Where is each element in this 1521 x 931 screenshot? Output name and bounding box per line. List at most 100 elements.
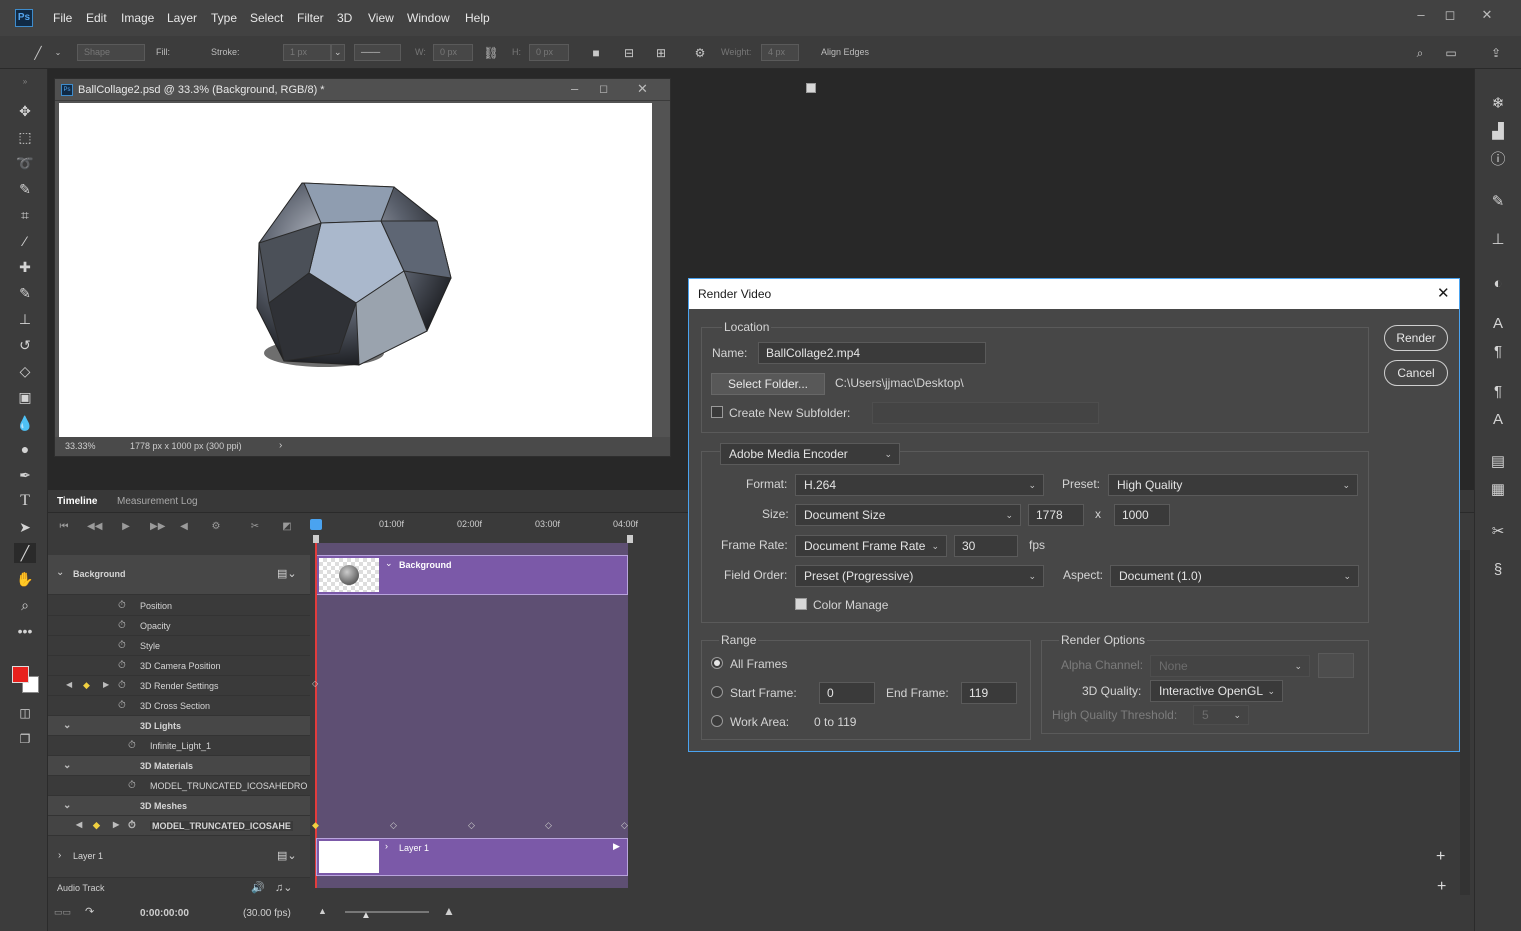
move-tool-icon[interactable]: ✥ [14, 101, 36, 121]
keyframe-icon[interactable]: ◇ [468, 820, 475, 831]
menu-select[interactable]: Select [250, 11, 283, 25]
zoom-tool-icon[interactable]: ⌕ [14, 595, 36, 615]
stroke-type-select[interactable]: ─── [354, 44, 401, 61]
paragraph-icon[interactable]: ¶ [1486, 341, 1510, 363]
tool-presets-icon[interactable]: ✂ [1486, 521, 1510, 543]
chevron-down-icon[interactable]: ⌄ [385, 558, 393, 569]
search-icon[interactable]: ⌕ [1412, 46, 1428, 60]
timeline-scrollbar[interactable] [1460, 550, 1470, 895]
gear-icon[interactable]: ⚙ [692, 46, 708, 60]
keyframe-icon[interactable]: ◆ [83, 680, 90, 691]
brush-presets-icon[interactable]: ✎ [1486, 191, 1510, 213]
previous-frame-icon[interactable]: ◀◀ [87, 521, 102, 535]
foreground-color-swatch[interactable] [12, 666, 29, 683]
eyedropper-tool-icon[interactable]: ⁄ [14, 231, 36, 251]
tool-mode-select[interactable]: Shape [77, 44, 145, 61]
document-title-bar[interactable]: Ps BallCollage2.psd @ 33.3% (Background,… [55, 79, 670, 101]
3d-panel-icon[interactable]: ❄ [1486, 93, 1510, 115]
stopwatch-icon[interactable]: ⏱ [118, 640, 126, 651]
crop-tool-icon[interactable]: ⌗ [14, 205, 36, 225]
properties-icon[interactable]: ▦ [1486, 479, 1510, 501]
clip-background[interactable]: ⌄ Background [316, 555, 628, 595]
property-row[interactable]: ⏱ MODEL_TRUNCATED_ICOSAHEDRO [48, 776, 310, 796]
create-subfolder-checkbox[interactable] [711, 406, 723, 418]
quick-select-tool-icon[interactable]: ✎ [14, 179, 36, 199]
keyframe-icon[interactable]: ◇ [312, 679, 318, 688]
playhead-icon[interactable] [310, 519, 322, 530]
maximize-icon[interactable]: ◻ [599, 82, 608, 95]
add-media-icon[interactable]: + [1436, 848, 1445, 866]
marquee-tool-icon[interactable]: ⬚ [14, 127, 36, 147]
color-manage-checkbox[interactable] [795, 598, 807, 610]
menu-type[interactable]: Type [211, 11, 237, 25]
chevron-down-icon[interactable]: ⌄ [63, 800, 71, 811]
film-icon[interactable]: ▤⌄ [277, 849, 297, 862]
chevron-down-icon[interactable]: ⌄ [56, 567, 64, 578]
hand-tool-icon[interactable]: ✋ [14, 569, 36, 589]
layer-row-layer1[interactable]: › Layer 1 ▤⌄ [48, 836, 310, 878]
select-folder-button[interactable]: Select Folder... [711, 373, 825, 395]
property-row[interactable]: ⏱ 3D Camera Position [48, 656, 310, 676]
first-frame-icon[interactable]: ⏮ [57, 521, 71, 535]
align-edges-checkbox[interactable] [806, 83, 816, 93]
render-video-icon[interactable]: ↷ [85, 905, 94, 918]
zoom-level[interactable]: 33.33% [65, 441, 96, 451]
paragraph-styles-icon[interactable]: ¶ [1486, 381, 1510, 403]
property-row[interactable]: ⏱ Position [48, 596, 310, 616]
current-time-indicator[interactable] [315, 543, 317, 888]
preset-select[interactable]: High Quality ⌄ [1108, 474, 1358, 496]
alpha-channel-select[interactable]: None ⌄ [1150, 655, 1310, 677]
property-row[interactable]: ◀ ◆ ▶ ⏱ 3D Render Settings [48, 676, 310, 696]
brush-tool-icon[interactable]: ✎ [14, 283, 36, 303]
property-row[interactable]: ⏱ Style [48, 636, 310, 656]
frame-rate-select[interactable]: Document Frame Rate ⌄ [795, 535, 947, 557]
work-area-radio[interactable] [711, 715, 723, 727]
document-canvas[interactable] [59, 103, 652, 437]
keyframe-icon[interactable]: ◇ [390, 820, 397, 831]
width-input[interactable]: 1778 [1028, 504, 1084, 526]
keyframe-icon[interactable]: ◆ [93, 820, 100, 831]
start-frame-radio[interactable] [711, 686, 723, 698]
zoom-slider[interactable] [345, 911, 429, 913]
property-row[interactable]: ⏱ Opacity [48, 616, 310, 636]
type-tool-icon[interactable]: T [14, 491, 36, 511]
keyframe-icon[interactable]: ◆ [312, 820, 319, 831]
encoder-select[interactable]: Adobe Media Encoder ⌄ [720, 443, 900, 465]
prev-keyframe-icon[interactable]: ◀ [76, 820, 82, 829]
render-button[interactable]: Render [1384, 325, 1448, 351]
split-icon[interactable]: ✂ [248, 521, 262, 535]
property-row[interactable]: ⏱ Infinite_Light_1 [48, 736, 310, 756]
aspect-select[interactable]: Document (1.0) ⌄ [1110, 565, 1359, 587]
layers-panel-icon[interactable]: ▤ [1486, 451, 1510, 473]
line-tool-icon[interactable]: ╱ [30, 46, 46, 60]
width-field[interactable]: 0 px [433, 44, 473, 61]
link-icon[interactable]: ⛓ [483, 46, 499, 60]
chevron-down-icon[interactable]: ⌄ [50, 46, 66, 60]
audio-note-icon[interactable]: ♫⌄ [275, 881, 292, 894]
layer-row-background[interactable]: ⌄ Background ▤⌄ [48, 555, 310, 595]
screen-mode-icon[interactable]: ❐ [14, 729, 36, 749]
chevron-right-icon[interactable]: › [385, 841, 388, 851]
height-field[interactable]: 0 px [529, 44, 569, 61]
eraser-tool-icon[interactable]: ◇ [14, 361, 36, 381]
close-icon[interactable]: ✕ [1437, 284, 1450, 302]
menu-help[interactable]: Help [465, 11, 490, 25]
tab-timeline[interactable]: Timeline [57, 496, 97, 507]
path-operations-icon[interactable]: ■ [588, 46, 604, 60]
property-group-row[interactable]: ⌄ 3D Materials [48, 756, 310, 776]
weight-field[interactable]: 4 px [761, 44, 799, 61]
fps-input[interactable]: 30 [954, 535, 1018, 557]
path-selection-tool-icon[interactable]: ➤ [14, 517, 36, 537]
next-keyframe-icon[interactable]: ▶ [113, 820, 119, 829]
property-row[interactable]: ⏱ 3D Cross Section [48, 696, 310, 716]
play-icon[interactable]: ▶ [119, 521, 133, 535]
close-icon[interactable]: ✕ [637, 81, 648, 97]
3d-quality-select[interactable]: Interactive OpenGL ⌄ [1150, 680, 1283, 702]
stopwatch-icon[interactable]: ⏱ [118, 700, 126, 711]
collapse-icon[interactable]: » [14, 72, 36, 92]
clip-end-icon[interactable]: ▶ [613, 841, 620, 852]
height-input[interactable]: 1000 [1114, 504, 1170, 526]
close-icon[interactable]: ✕ [1477, 7, 1497, 23]
keyframe-icon[interactable]: ◇ [621, 820, 628, 831]
mute-audio-icon[interactable]: 🔊 [251, 881, 265, 894]
